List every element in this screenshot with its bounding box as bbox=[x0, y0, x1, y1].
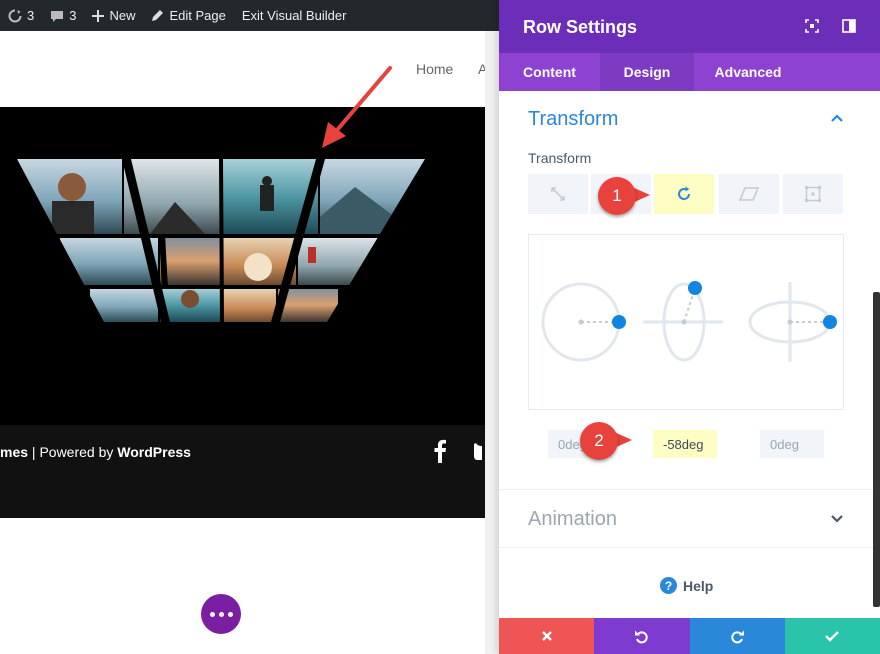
comments-count: 3 bbox=[69, 8, 77, 23]
tab-design[interactable]: Design bbox=[600, 53, 694, 91]
panel-tabs: Content Design Advanced bbox=[499, 53, 880, 91]
rotate-x-dial[interactable] bbox=[541, 282, 626, 362]
footer-credit-separator: | Powered by bbox=[28, 444, 118, 460]
rotate-y-dial[interactable] bbox=[643, 281, 723, 362]
photo-bottom-3 bbox=[222, 288, 276, 322]
new-label: New bbox=[109, 8, 136, 23]
tab-content[interactable]: Content bbox=[499, 53, 600, 91]
origin-button[interactable] bbox=[783, 174, 843, 214]
scale-button[interactable] bbox=[528, 174, 588, 214]
dot-icon bbox=[209, 611, 215, 617]
comments-item[interactable]: 3 bbox=[42, 0, 84, 31]
undo-icon bbox=[635, 630, 649, 643]
row-settings-panel: Row Settings Content Design Advanced Tra… bbox=[499, 0, 880, 654]
screen: 3 3 New Edit Page Exit Visual Builder Ho… bbox=[0, 0, 880, 654]
dot-icon bbox=[227, 611, 233, 617]
redo-icon bbox=[730, 630, 744, 643]
edit-page-item[interactable]: Edit Page bbox=[143, 0, 233, 31]
help-icon: ? bbox=[660, 577, 677, 594]
rotate-y-input[interactable]: -58deg bbox=[653, 430, 717, 458]
rotate-z-dial[interactable] bbox=[748, 282, 837, 362]
site-footer: mes | Powered by WordPress bbox=[0, 425, 500, 518]
save-button[interactable] bbox=[784, 618, 880, 654]
site-header: Home A bbox=[0, 31, 500, 107]
comments-icon bbox=[51, 10, 64, 22]
rotate-z-input[interactable]: 0deg bbox=[760, 430, 824, 458]
callout-1: 1 bbox=[598, 177, 636, 215]
updates-icon bbox=[8, 9, 22, 22]
exit-visual-builder-label: Exit Visual Builder bbox=[241, 8, 347, 23]
close-icon bbox=[541, 631, 552, 641]
dot-icon bbox=[218, 611, 224, 617]
fullscreen-icon[interactable] bbox=[805, 19, 819, 33]
photo-bottom-1 bbox=[90, 288, 158, 322]
skew-icon bbox=[739, 187, 759, 201]
edit-page-label: Edit Page bbox=[169, 8, 226, 23]
page-gutter bbox=[485, 31, 500, 654]
section-divider bbox=[499, 547, 873, 548]
rotation-dials bbox=[541, 281, 837, 362]
exit-visual-builder-item[interactable]: Exit Visual Builder bbox=[234, 0, 355, 31]
facebook-icon[interactable] bbox=[433, 439, 447, 463]
check-icon bbox=[825, 631, 840, 642]
rotate-icon bbox=[678, 186, 691, 200]
panel-header: Row Settings bbox=[499, 0, 880, 53]
plus-icon bbox=[92, 9, 105, 22]
pencil-icon bbox=[152, 10, 164, 21]
updates-item[interactable]: 3 bbox=[0, 0, 42, 31]
new-item[interactable]: New bbox=[84, 0, 143, 31]
scale-icon bbox=[551, 187, 565, 201]
skew-button[interactable] bbox=[719, 174, 779, 214]
footer-credit-brand[interactable]: WordPress bbox=[117, 444, 191, 460]
panel-action-bar bbox=[499, 618, 880, 654]
admin-bar: 3 3 New Edit Page Exit Visual Builder bbox=[0, 0, 500, 31]
origin-icon bbox=[805, 186, 821, 202]
rotate-button[interactable] bbox=[654, 174, 714, 214]
builder-menu-button[interactable] bbox=[201, 594, 241, 634]
tab-advanced[interactable]: Advanced bbox=[694, 53, 802, 91]
animation-section-title[interactable]: Animation bbox=[528, 508, 617, 531]
footer-credit-prefix: mes bbox=[0, 444, 29, 460]
transform-section-title[interactable]: Transform bbox=[528, 108, 618, 131]
chevron-up-icon[interactable] bbox=[830, 113, 844, 123]
photo-grid-canvas bbox=[17, 159, 425, 322]
chevron-down-icon[interactable] bbox=[830, 514, 844, 524]
callout-2: 2 bbox=[580, 422, 618, 460]
panel-title: Row Settings bbox=[523, 17, 638, 37]
help-link[interactable]: ? Help bbox=[660, 577, 713, 594]
section-divider bbox=[499, 489, 873, 490]
panel-scrollbar[interactable] bbox=[873, 292, 880, 607]
cancel-button[interactable] bbox=[499, 618, 595, 654]
annotation-arrow-icon bbox=[322, 66, 392, 148]
rotation-preview bbox=[528, 234, 844, 410]
photo-collage bbox=[17, 159, 425, 322]
redo-button[interactable] bbox=[689, 618, 785, 654]
undo-button[interactable] bbox=[594, 618, 690, 654]
help-label: Help bbox=[683, 577, 714, 594]
hero-section bbox=[0, 107, 500, 425]
footer-credit: mes | Powered by WordPress bbox=[0, 444, 191, 460]
updates-count: 3 bbox=[27, 8, 35, 23]
photo-sunset-lake bbox=[160, 237, 220, 285]
transform-field-label: Transform bbox=[528, 150, 592, 166]
nav-home-link[interactable]: Home bbox=[416, 61, 453, 77]
sidebar-toggle-icon[interactable] bbox=[842, 19, 856, 33]
